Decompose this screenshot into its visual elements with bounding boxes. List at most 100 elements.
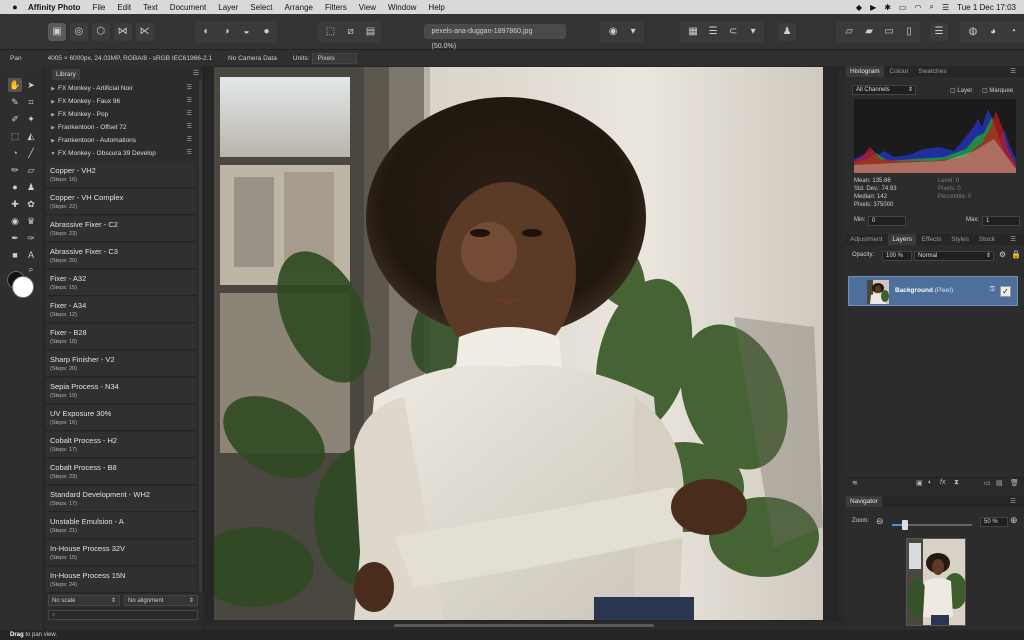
frequency-brush-icon[interactable]: ♛ bbox=[24, 214, 38, 228]
text-tool-icon[interactable]: A bbox=[24, 248, 38, 262]
zoom-in-icon[interactable]: ⊕ bbox=[1010, 515, 1018, 526]
layer-visibility-checkbox[interactable]: ✓ bbox=[1000, 286, 1011, 297]
macro-item[interactable]: Fixer - B28 (Steps: 18) bbox=[46, 324, 196, 350]
tab-library[interactable]: Library bbox=[52, 69, 80, 80]
tab-adjustment[interactable]: Adjustment bbox=[846, 234, 887, 245]
tab-navigator[interactable]: Navigator bbox=[846, 496, 882, 507]
node-tool-icon[interactable]: ✑ bbox=[24, 231, 38, 245]
macro-item[interactable]: Cobalt Process - H2 (Steps: 17) bbox=[46, 432, 196, 458]
chat-icon[interactable]: ◍ bbox=[964, 23, 982, 41]
library-scrollbar[interactable] bbox=[199, 81, 202, 591]
hand-tool-icon[interactable]: ✋ bbox=[8, 78, 22, 92]
account-icon[interactable]: ◔ bbox=[1004, 23, 1022, 41]
navigator-thumbnail[interactable] bbox=[906, 538, 966, 626]
sync-icon[interactable]: ▶ bbox=[870, 3, 876, 12]
apple-icon[interactable]: ● bbox=[8, 2, 22, 12]
macro-item[interactable]: Fixer - A34 (Steps: 12) bbox=[46, 297, 196, 323]
move-back-icon[interactable]: ▱ bbox=[840, 23, 858, 41]
document-image[interactable] bbox=[214, 67, 823, 620]
chevron-down-icon[interactable]: ▾ bbox=[624, 23, 642, 41]
menu-file[interactable]: File bbox=[86, 3, 111, 12]
clock[interactable]: Tue 1 Dec 17:03 bbox=[957, 3, 1016, 12]
add-layer-icon[interactable]: ▤ bbox=[996, 479, 1003, 487]
add-mask-icon[interactable]: ▣ bbox=[916, 479, 923, 487]
panel-menu-icon[interactable]: ☰ bbox=[1006, 66, 1020, 77]
macro-item[interactable]: Sepia Process - N34 (Steps: 19) bbox=[46, 378, 196, 404]
tab-swatches[interactable]: Swatches bbox=[914, 66, 950, 77]
menu-help[interactable]: Help bbox=[422, 3, 450, 12]
marquee-tool-icon[interactable]: ⬚ bbox=[8, 129, 22, 143]
group-menu-icon[interactable]: ☰ bbox=[187, 95, 192, 108]
inpainting-brush-icon[interactable]: ✚ bbox=[8, 197, 22, 211]
develop-persona-icon[interactable]: ⬡ bbox=[91, 22, 110, 41]
red-eye-tool-icon[interactable]: ◉ bbox=[8, 214, 22, 228]
group-menu-icon[interactable]: ☰ bbox=[187, 108, 192, 121]
macro-item[interactable]: Unstable Emulsion - A (Steps: 21) bbox=[46, 513, 196, 539]
macro-item[interactable]: In-House Process 32V (Steps: 15) bbox=[46, 540, 196, 566]
flood-fill-icon[interactable]: ◭ bbox=[24, 129, 38, 143]
panel-menu-icon[interactable]: ☰ bbox=[193, 69, 199, 77]
move-forward-icon[interactable]: ▰ bbox=[860, 23, 878, 41]
delete-layer-icon[interactable]: 🗑 bbox=[1010, 479, 1019, 487]
library-group-open[interactable]: ▼ FX Monkey - Obscura 39 Develop ☰ bbox=[44, 147, 198, 160]
menu-arrange[interactable]: Arrange bbox=[279, 3, 319, 12]
grid-icon[interactable]: ▦ bbox=[684, 23, 702, 41]
library-group[interactable]: ▶ FX Monkey - Pop ☰ bbox=[44, 108, 198, 121]
tab-stock[interactable]: Stock bbox=[975, 234, 999, 245]
color-picker-tool-icon[interactable]: ✎ bbox=[8, 95, 22, 109]
group-menu-icon[interactable]: ☰ bbox=[187, 147, 192, 160]
fx-icon[interactable]: fx bbox=[940, 479, 945, 486]
photo-persona-icon[interactable]: ▣ bbox=[48, 22, 66, 41]
lock-icon[interactable]: ⚿ bbox=[990, 286, 995, 294]
share-icon[interactable]: ◕ bbox=[984, 23, 1002, 41]
canvas-horizontal-scrollbar[interactable] bbox=[204, 622, 844, 630]
assistant-icon[interactable]: ♟ bbox=[778, 22, 797, 41]
add-group-icon[interactable]: ▭ bbox=[984, 479, 991, 487]
auto-colours-icon[interactable]: ◒ bbox=[238, 23, 256, 41]
battery-icon[interactable]: ▭ bbox=[899, 3, 907, 12]
flood-select-icon[interactable]: ✦ bbox=[24, 112, 38, 126]
select-all-icon[interactable]: ⬚ bbox=[322, 23, 340, 41]
menu-view[interactable]: View bbox=[353, 3, 382, 12]
macro-item[interactable]: Standard Development - WH2 (Steps: 17) bbox=[46, 486, 196, 512]
auto-white-balance-icon[interactable]: ● bbox=[258, 23, 276, 41]
tab-styles[interactable]: Styles bbox=[947, 234, 973, 245]
library-group[interactable]: ▶ Frankentoon - Offset 72 ☰ bbox=[44, 121, 198, 134]
macro-item[interactable]: Cobalt Process - B8 (Steps: 23) bbox=[46, 459, 196, 485]
macro-item[interactable]: Fixer - A32 (Steps: 15) bbox=[46, 270, 196, 296]
group-menu-icon[interactable]: ☰ bbox=[187, 134, 192, 147]
tab-effects[interactable]: Effects bbox=[918, 234, 946, 245]
auto-levels-icon[interactable]: ◐ bbox=[198, 23, 216, 41]
zoom-out-icon[interactable]: ⊖ bbox=[876, 516, 884, 527]
group-menu-icon[interactable]: ☰ bbox=[187, 121, 192, 134]
marquee-toggle[interactable]: ▢ Marquee bbox=[982, 87, 1013, 94]
library-group[interactable]: ▶ FX Monkey - Faux 96 ☰ bbox=[44, 95, 198, 108]
units-select[interactable]: Pixels bbox=[312, 52, 358, 64]
auto-contrast-icon[interactable]: ◑ bbox=[218, 23, 236, 41]
channel-select[interactable]: All Channels ⇕ bbox=[852, 85, 916, 95]
tab-layers[interactable]: Layers bbox=[888, 234, 916, 245]
gear-icon[interactable]: ⚙ bbox=[999, 250, 1006, 259]
macro-item[interactable]: Abrassive Fixer - C2 (Steps: 23) bbox=[46, 216, 196, 242]
library-group[interactable]: ▶ FX Monkey - Artificial Noir ☰ bbox=[44, 82, 198, 95]
bluetooth-icon[interactable]: ✱ bbox=[884, 3, 891, 12]
menu-app[interactable]: Affinity Photo bbox=[22, 3, 86, 12]
panel-menu-icon[interactable]: ☰ bbox=[1006, 496, 1020, 507]
liquify-persona-icon[interactable]: ◎ bbox=[69, 22, 88, 41]
align-icon[interactable]: ☰ bbox=[704, 23, 722, 41]
quick-mask-icon[interactable]: ◉ bbox=[604, 23, 622, 41]
tab-histogram[interactable]: Histogram bbox=[846, 66, 884, 77]
pixel-tool-icon[interactable]: ✏ bbox=[8, 163, 22, 177]
opacity-input[interactable]: 100 % bbox=[882, 251, 912, 261]
clone-brush-icon[interactable]: ♟ bbox=[24, 180, 38, 194]
canvas-vertical-scrollbar[interactable] bbox=[838, 70, 844, 618]
menu-document[interactable]: Document bbox=[164, 3, 212, 12]
erase-brush-icon[interactable]: ▱ bbox=[24, 163, 38, 177]
max-input[interactable]: 1 bbox=[982, 216, 1020, 226]
zoom-slider-handle[interactable] bbox=[902, 520, 908, 530]
menu-text[interactable]: Text bbox=[137, 3, 164, 12]
min-input[interactable]: 0 bbox=[868, 216, 906, 226]
layer-toggle[interactable]: ▢ Layer bbox=[950, 87, 972, 94]
macro-item[interactable]: Abrassive Fixer - C3 (Steps: 20) bbox=[46, 243, 196, 269]
crop-tool-icon[interactable]: ⌗ bbox=[24, 95, 38, 109]
